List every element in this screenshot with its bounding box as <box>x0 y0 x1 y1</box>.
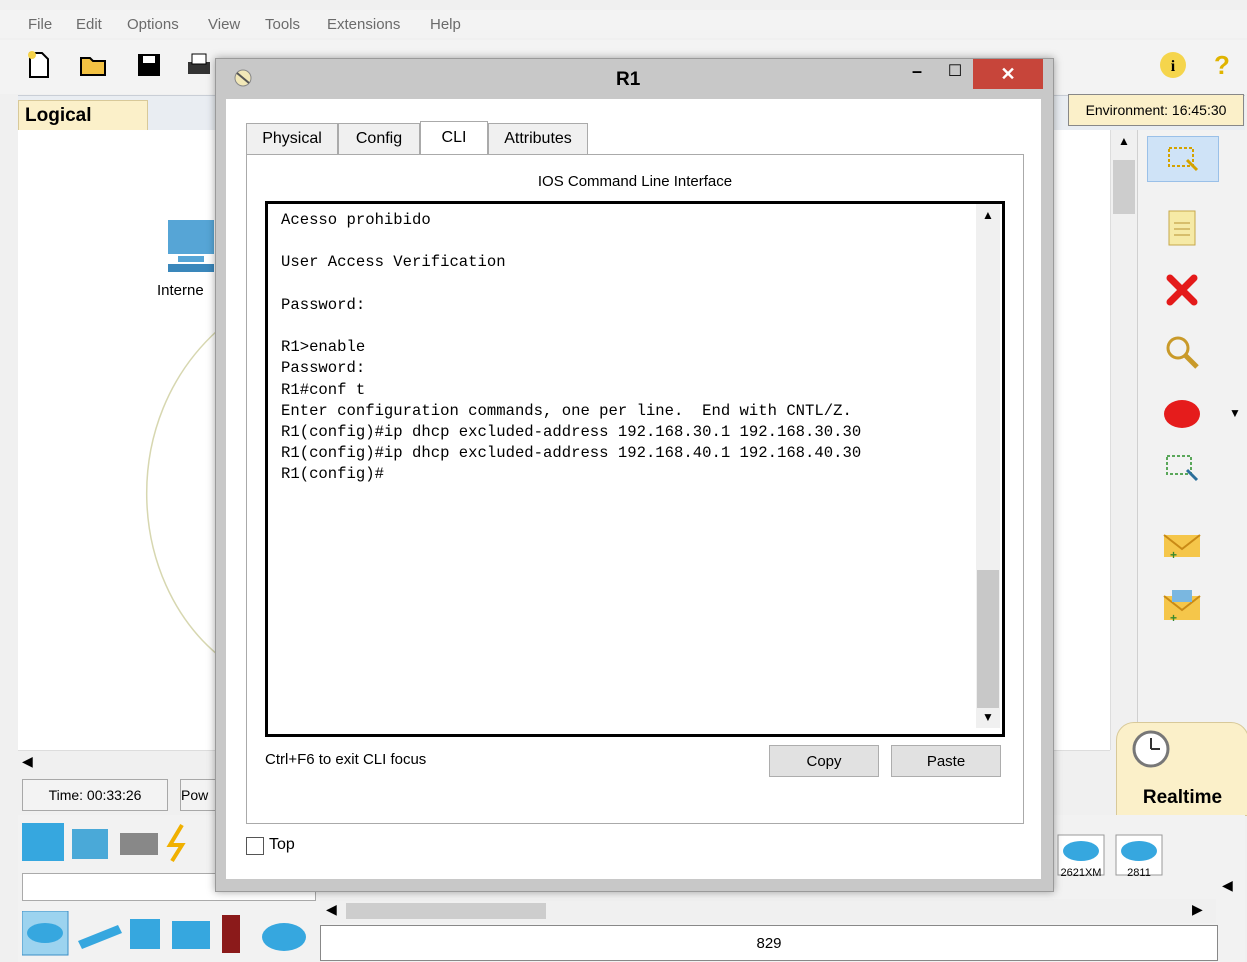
cli-scroll-down-icon[interactable]: ▼ <box>982 710 994 724</box>
menu-help[interactable]: Help <box>430 16 461 33</box>
menu-bar: File Edit Options View Tools Extensions … <box>0 10 1247 38</box>
tab-config[interactable]: Config <box>338 123 420 155</box>
menu-view[interactable]: View <box>208 16 240 33</box>
workspace-vertical-scrollbar[interactable]: ▲ ▶ <box>1110 130 1137 750</box>
router-2811-label: 2811 <box>1127 867 1151 879</box>
logical-label: Logical <box>25 105 92 126</box>
r1-device-window: R1 – ☐ ✕ Physical Config CLI Attributes … <box>215 58 1054 892</box>
window-titlebar[interactable]: R1 – ☐ ✕ <box>216 59 1053 99</box>
internet-pc-icon[interactable] <box>166 218 216 274</box>
device-category-icons[interactable] <box>22 823 202 863</box>
palette-collapse-icon[interactable]: ◀ <box>1222 877 1233 894</box>
scroll-up-icon[interactable]: ▲ <box>1118 134 1130 148</box>
copy-button[interactable]: Copy <box>769 745 879 777</box>
menu-tools[interactable]: Tools <box>265 16 300 33</box>
cli-output[interactable]: Acesso prohibido User Access Verificatio… <box>281 210 971 720</box>
svg-text:i: i <box>1171 58 1176 75</box>
palette-scroll-thumb[interactable] <box>346 903 546 919</box>
draw-shape-tool-icon[interactable] <box>1160 392 1204 436</box>
save-icon[interactable] <box>134 50 164 80</box>
internet-device-label: Interne <box>157 282 204 299</box>
add-complex-pdu-icon[interactable]: + <box>1160 584 1204 628</box>
cli-heading: IOS Command Line Interface <box>537 173 733 190</box>
palette-scroll-left-icon[interactable]: ◀ <box>326 901 337 918</box>
cli-exit-hint: Ctrl+F6 to exit CLI focus <box>265 751 427 768</box>
scroll-left-icon[interactable]: ◀ <box>22 753 33 770</box>
cli-terminal[interactable]: Acesso prohibido User Access Verificatio… <box>265 201 1005 737</box>
svg-text:+: + <box>1170 611 1177 624</box>
minimize-button[interactable]: – <box>904 61 930 87</box>
svg-text:+: + <box>1170 548 1177 561</box>
window-body: Physical Config CLI Attributes IOS Comma… <box>226 99 1041 879</box>
top-checkbox[interactable] <box>246 837 264 855</box>
cli-scroll-thumb[interactable] <box>977 570 999 708</box>
menu-extensions[interactable]: Extensions <box>327 16 400 33</box>
print-icon[interactable] <box>184 50 214 80</box>
realtime-label: Realtime <box>1142 787 1223 808</box>
svg-text:?: ? <box>1214 50 1230 80</box>
palette-scrollbar[interactable]: ◀ ▶ <box>320 899 1216 923</box>
tab-attributes[interactable]: Attributes <box>488 123 588 155</box>
environment-label[interactable]: Environment: 16:45:30 <box>1068 94 1244 126</box>
delete-tool-icon[interactable] <box>1160 268 1204 312</box>
clock-icon <box>1132 730 1170 768</box>
add-simple-pdu-icon[interactable]: + <box>1160 524 1204 568</box>
resize-tool-icon[interactable] <box>1160 446 1204 490</box>
maximize-button[interactable]: ☐ <box>942 61 968 87</box>
open-folder-icon[interactable] <box>78 50 108 80</box>
note-tool-icon[interactable] <box>1160 206 1204 250</box>
menu-file[interactable]: File <box>28 16 52 33</box>
router-category-icons[interactable] <box>22 911 312 957</box>
paste-button[interactable]: Paste <box>891 745 1001 777</box>
router-2621xm-label: 2621XM <box>1060 867 1102 879</box>
menu-edit[interactable]: Edit <box>76 16 102 33</box>
shape-dropdown-icon[interactable]: ▼ <box>1229 406 1241 420</box>
palette-scroll-right-icon[interactable]: ▶ <box>1192 901 1203 918</box>
tab-physical[interactable]: Physical <box>246 123 338 155</box>
time-display: Time: 00:33:26 <box>22 779 168 811</box>
close-button[interactable]: ✕ <box>973 59 1043 89</box>
new-file-icon[interactable] <box>24 50 54 80</box>
cli-panel: IOS Command Line Interface Acesso prohib… <box>246 154 1024 824</box>
tab-cli[interactable]: CLI <box>420 121 488 155</box>
cli-scroll-up-icon[interactable]: ▲ <box>982 208 994 222</box>
vertical-scroll-thumb[interactable] <box>1113 160 1135 214</box>
device-model-field[interactable]: 829 <box>320 925 1218 961</box>
help-icon[interactable]: ? <box>1207 50 1237 80</box>
menu-options[interactable]: Options <box>127 16 179 33</box>
realtime-tab[interactable]: Realtime <box>1116 722 1247 816</box>
inspect-tool-icon[interactable] <box>1160 330 1204 374</box>
top-checkbox-label: Top <box>269 836 295 853</box>
packet-tracer-app-icon <box>234 69 252 87</box>
select-tool-icon[interactable] <box>1147 136 1219 182</box>
window-title: R1 <box>616 69 641 90</box>
info-icon[interactable]: i <box>1158 50 1188 80</box>
